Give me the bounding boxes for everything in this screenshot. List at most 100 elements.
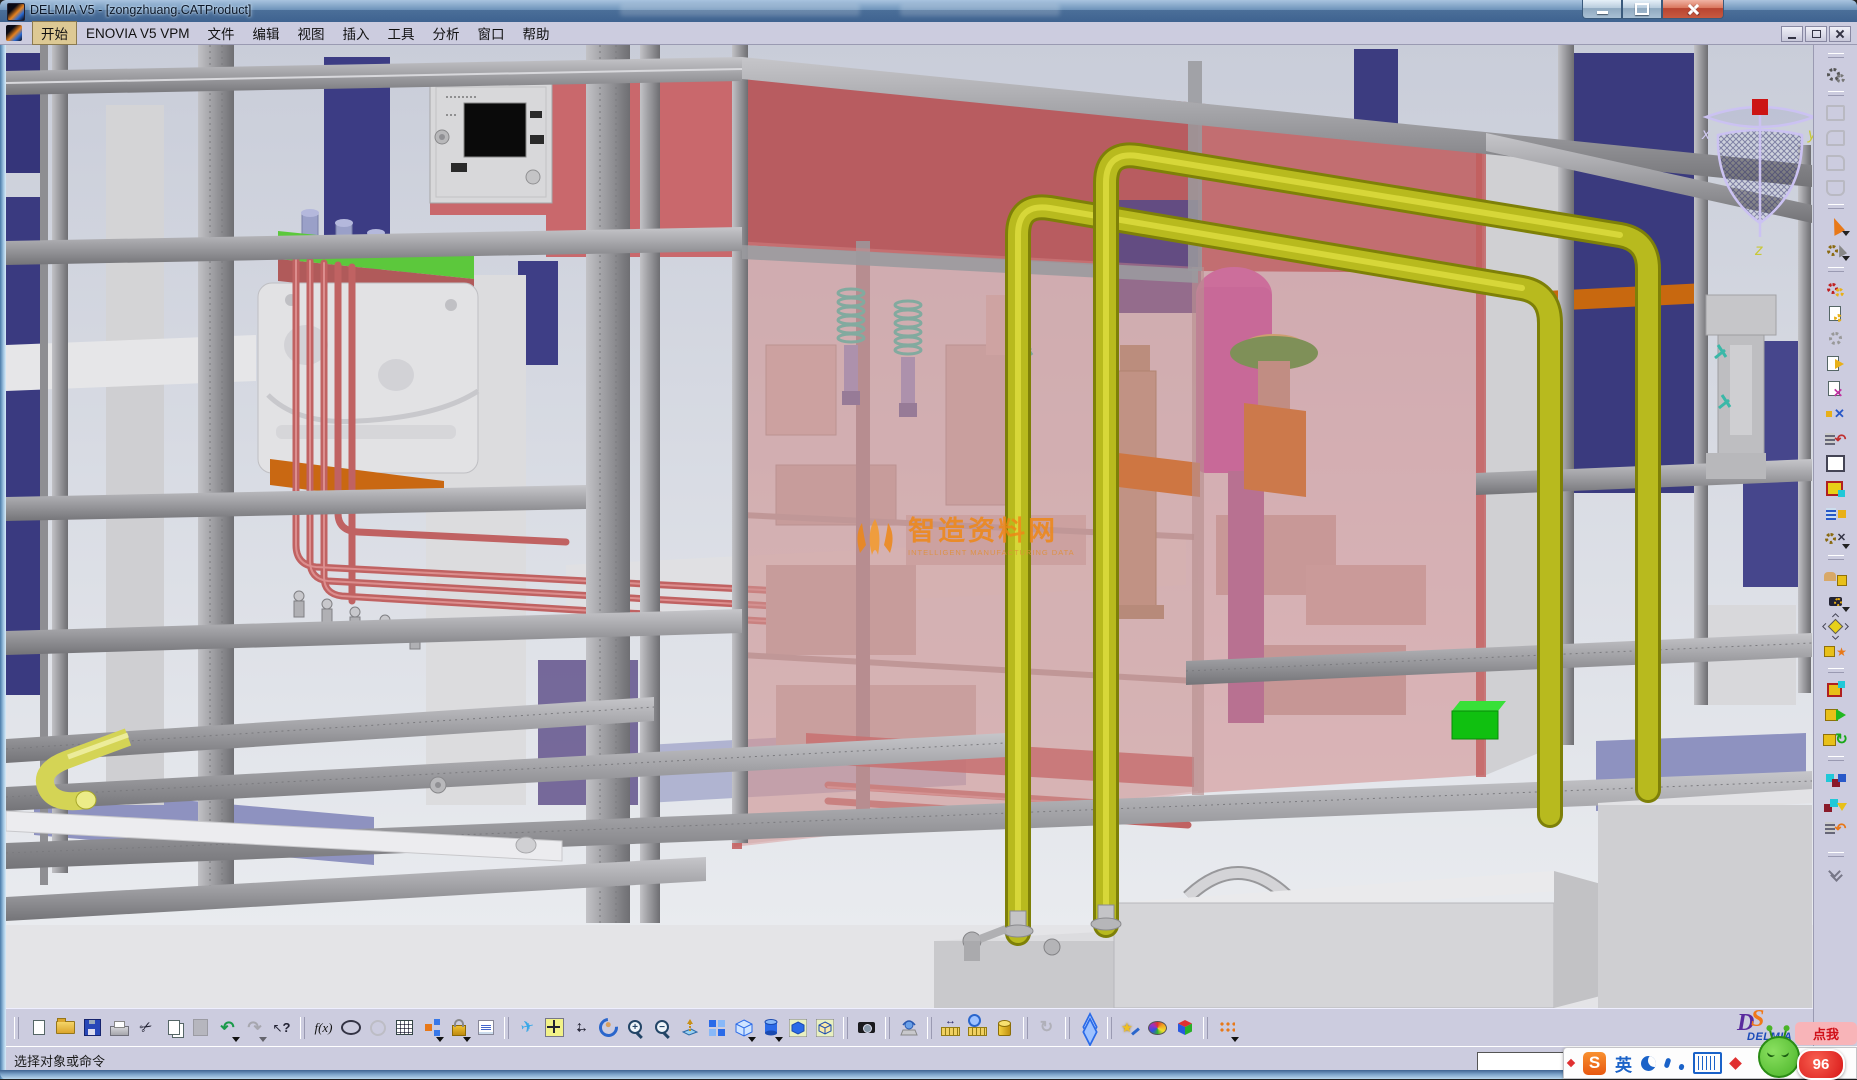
turntable-button[interactable]	[895, 1013, 922, 1042]
rotate-button[interactable]	[595, 1013, 622, 1042]
frame-annotation-icon[interactable]	[1822, 451, 1850, 476]
undo-button[interactable]: ↶	[214, 1013, 241, 1042]
camera-button[interactable]	[853, 1013, 880, 1042]
rgb-cube-button[interactable]	[1171, 1013, 1198, 1042]
tree-document-icon[interactable]	[1822, 501, 1850, 526]
new-document-button[interactable]	[25, 1013, 52, 1042]
wireframe-view-button[interactable]	[811, 1013, 838, 1042]
ime-language-toggle[interactable]: 英	[1615, 1051, 1632, 1076]
save-button[interactable]	[79, 1013, 106, 1042]
pan-button[interactable]: ↔↔	[568, 1013, 595, 1042]
formula-button[interactable]: f(x)	[310, 1013, 337, 1042]
mdi-restore-button[interactable]	[1805, 26, 1827, 42]
box-star-icon[interactable]: ★	[1822, 639, 1850, 664]
machining-4-icon[interactable]	[1822, 175, 1850, 200]
toolbar-drag-handle[interactable]	[14, 1017, 19, 1039]
large-gray-box[interactable]	[1114, 871, 1612, 1008]
menu-item-enovia[interactable]: ENOVIA V5 VPM	[77, 24, 199, 43]
lock-button[interactable]	[445, 1013, 472, 1042]
measure-inertia-button[interactable]	[991, 1013, 1018, 1042]
ime-punctuation-icon[interactable]	[1664, 1057, 1672, 1068]
gears-colored-icon[interactable]	[1822, 276, 1850, 301]
close-button[interactable]	[1662, 0, 1724, 19]
whats-this-button[interactable]: ↖?	[268, 1013, 295, 1042]
night-mode-icon[interactable]	[1641, 1056, 1656, 1071]
zoom-in-button[interactable]: +	[622, 1013, 649, 1042]
virtual-keyboard-icon[interactable]	[1693, 1052, 1722, 1074]
cut-button[interactable]: ✂	[133, 1013, 160, 1042]
iso-view-button[interactable]	[730, 1013, 757, 1042]
promo-bubble[interactable]: 点我	[1795, 1022, 1857, 1045]
machining-1-icon[interactable]	[1822, 100, 1850, 125]
menu-item-analyze[interactable]: 分析	[424, 21, 469, 45]
fit-all-in-button[interactable]	[541, 1013, 568, 1042]
machining-3-icon[interactable]	[1822, 150, 1850, 175]
delete-marker-icon[interactable]: ✕	[1822, 401, 1850, 426]
3d-viewport[interactable]: x y z 智造资料网 INTELLIGENT MANUFACTURING DA…	[6, 45, 1813, 1008]
export-document-icon[interactable]	[1822, 351, 1850, 376]
graphic-properties-button[interactable]	[1144, 1013, 1171, 1042]
zoom-out-button[interactable]: −	[649, 1013, 676, 1042]
right-gray-box[interactable]	[1598, 789, 1812, 1008]
structure-tree-button[interactable]	[418, 1013, 445, 1042]
menu-item-file[interactable]: 文件	[199, 21, 244, 45]
sim-play-icon[interactable]	[1822, 702, 1850, 727]
toolbar-drag-handle[interactable]	[1828, 53, 1844, 58]
copy-button[interactable]	[160, 1013, 187, 1042]
mdi-minimize-button[interactable]	[1781, 26, 1803, 42]
quad-view-button[interactable]	[703, 1013, 730, 1042]
gear-document-icon[interactable]	[1822, 301, 1850, 326]
engine-block-casting[interactable]	[258, 283, 478, 473]
shaded-view-button[interactable]	[784, 1013, 811, 1042]
sogou-logo-icon[interactable]: S	[1583, 1052, 1606, 1075]
menu-item-start[interactable]: 开始	[32, 21, 77, 45]
update-button[interactable]: ↻	[1033, 1013, 1060, 1042]
notification-badge[interactable]: 96	[1797, 1049, 1845, 1080]
swap-tree-1-icon[interactable]	[1822, 765, 1850, 790]
green-sensor-block[interactable]	[1452, 701, 1506, 739]
measure-between-button[interactable]: ↔	[937, 1013, 964, 1042]
more-tools-chevron-icon[interactable]	[1822, 861, 1850, 886]
sim-marker-icon[interactable]	[1822, 677, 1850, 702]
machining-2-icon[interactable]	[1822, 125, 1850, 150]
title-bar[interactable]: DELMIA V5 - [zongzhuang.CATProduct]	[0, 0, 1857, 22]
design-table-button[interactable]	[391, 1013, 418, 1042]
menu-item-window[interactable]: 窗口	[469, 21, 514, 45]
export-cross-icon[interactable]: ✕	[1822, 376, 1850, 401]
open-button[interactable]	[52, 1013, 79, 1042]
knowledge-button[interactable]	[364, 1013, 391, 1042]
maximize-button[interactable]	[1622, 0, 1662, 19]
gear-camera-icon[interactable]	[1822, 589, 1850, 614]
menu-item-help[interactable]: 帮助	[514, 21, 559, 45]
ime-comma-icon[interactable]	[1678, 1063, 1685, 1070]
list-undo-icon[interactable]: ↶	[1822, 426, 1850, 451]
print-button[interactable]	[106, 1013, 133, 1042]
comment-button[interactable]	[337, 1013, 364, 1042]
process-gears-icon[interactable]	[1822, 62, 1850, 87]
redo-button[interactable]: ↷	[241, 1013, 268, 1042]
control-panel-box[interactable]	[430, 81, 552, 203]
named-views-button[interactable]	[757, 1013, 784, 1042]
gears-xn-icon[interactable]: ✕	[1822, 526, 1850, 551]
minimize-button[interactable]	[1582, 0, 1622, 19]
ime-favorite-icon[interactable]	[1729, 1057, 1742, 1070]
rules-check-button[interactable]	[472, 1013, 499, 1042]
assistant-mascot[interactable]	[1758, 1036, 1800, 1078]
select-cursor-icon[interactable]	[1822, 213, 1850, 238]
sim-loop-icon[interactable]: ↻	[1822, 727, 1850, 752]
swap-tree-2-icon[interactable]	[1822, 790, 1850, 815]
menu-item-view[interactable]: 视图	[289, 21, 334, 45]
grid-options-button[interactable]	[1213, 1013, 1240, 1042]
window-flag-icon[interactable]	[1822, 476, 1850, 501]
explode-view-icon[interactable]	[1822, 614, 1850, 639]
grab-boxes-icon[interactable]	[1822, 564, 1850, 589]
paste-button[interactable]	[187, 1013, 214, 1042]
fly-mode-button[interactable]: ✈	[514, 1013, 541, 1042]
mdi-close-button[interactable]	[1829, 26, 1851, 42]
measure-item-button[interactable]	[964, 1013, 991, 1042]
layers-button[interactable]	[1075, 1013, 1102, 1042]
normal-view-button[interactable]	[676, 1013, 703, 1042]
menu-item-edit[interactable]: 编辑	[244, 21, 289, 45]
gear-plain-icon[interactable]	[1822, 326, 1850, 351]
compass-handle[interactable]	[1752, 99, 1768, 115]
